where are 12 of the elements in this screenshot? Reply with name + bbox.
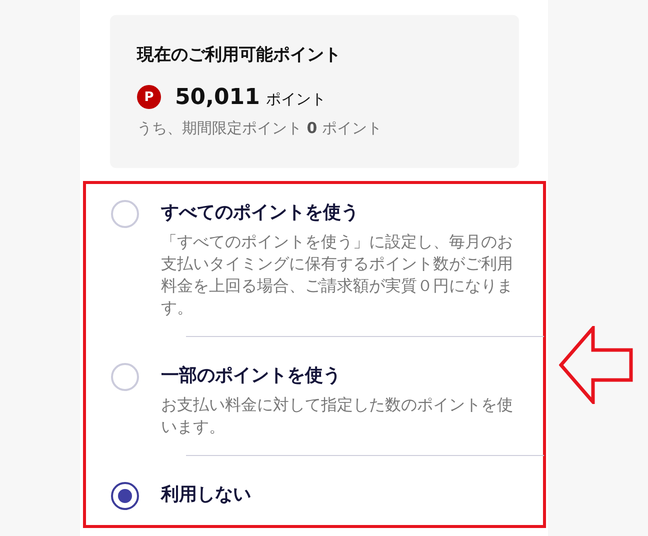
points-amount: 50,011 xyxy=(175,84,260,110)
point-icon: P xyxy=(137,85,161,109)
option-label[interactable]: 一部のポイントを使う xyxy=(161,363,519,389)
option-label[interactable]: 利用しない xyxy=(161,482,519,508)
card-title: 現在のご利用可能ポイント xyxy=(137,44,342,67)
option-description: 「すべてのポイントを使う」に設定し、毎月のお支払いタイミングに保有するポイント数がご利用料金を上回る場合、ご請求額が実質０円になります。 xyxy=(161,231,514,319)
left-arrow-icon xyxy=(559,326,633,404)
radio-button[interactable] xyxy=(111,482,139,510)
option-description: お支払い料金に対して指定した数のポイントを使います。 xyxy=(161,394,514,438)
points-unit: ポイント xyxy=(266,90,326,108)
option-label[interactable]: すべてのポイントを使う xyxy=(161,200,519,226)
limited-points-note: うち、期間限定ポイント 0 ポイント xyxy=(137,119,383,138)
